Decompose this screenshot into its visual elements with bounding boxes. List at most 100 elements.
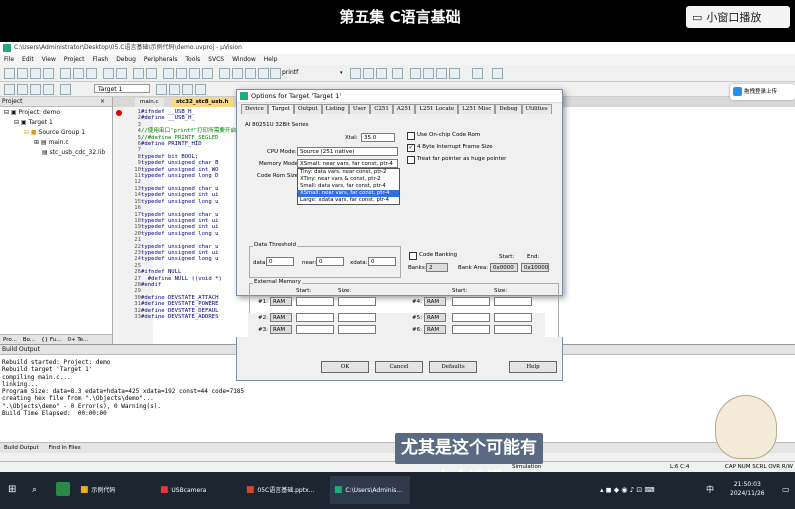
menu-project[interactable]: Project bbox=[64, 54, 85, 65]
copy-icon[interactable] bbox=[73, 68, 84, 79]
ext-row-2-size[interactable] bbox=[338, 313, 376, 322]
ext-row-3-start[interactable] bbox=[296, 325, 334, 334]
cancel-button[interactable]: Cancel bbox=[375, 361, 423, 373]
bookmark-prev-icon[interactable] bbox=[176, 68, 187, 79]
menu-flash[interactable]: Flash bbox=[92, 54, 108, 65]
menu-peripherals[interactable]: Peripherals bbox=[144, 54, 177, 65]
help-button[interactable]: Help bbox=[509, 361, 557, 373]
find-dropdown-icon[interactable]: ▾ bbox=[340, 68, 346, 78]
bookmark-next-icon[interactable] bbox=[189, 68, 200, 79]
find-combo[interactable]: printf bbox=[282, 68, 340, 78]
nav-forward-icon[interactable] bbox=[146, 68, 157, 79]
undo-icon[interactable] bbox=[103, 68, 114, 79]
target-select[interactable]: Target 1 bbox=[94, 84, 150, 93]
notification-icon[interactable]: ▭ bbox=[782, 480, 790, 500]
new-file-icon[interactable] bbox=[4, 68, 15, 79]
nav-back-icon[interactable] bbox=[133, 68, 144, 79]
ext-row-5-start[interactable] bbox=[452, 313, 490, 322]
menu-tools[interactable]: Tools bbox=[185, 54, 200, 65]
windows-start-icon[interactable]: ⊞ bbox=[8, 480, 16, 500]
tab-templates[interactable]: 0+ Te... bbox=[68, 335, 89, 344]
mini-window-button[interactable]: ▭ 小窗口播放 bbox=[686, 6, 790, 28]
menu-view[interactable]: View bbox=[42, 54, 56, 65]
breakpoint-icon[interactable] bbox=[392, 68, 403, 79]
ext-row-1-size[interactable] bbox=[338, 297, 376, 306]
tab-books[interactable]: Bo... bbox=[23, 335, 35, 344]
kill-breakpoints-icon[interactable] bbox=[449, 68, 460, 79]
batch-build-icon[interactable] bbox=[43, 84, 54, 95]
menu-help[interactable]: Help bbox=[264, 54, 278, 65]
manage-rte-icon[interactable] bbox=[182, 84, 193, 95]
defaults-button[interactable]: Defaults bbox=[429, 361, 477, 373]
tab-functions[interactable]: {} Fu... bbox=[41, 335, 61, 344]
tab-build-output[interactable]: Build Output bbox=[4, 443, 39, 453]
ext-row-4-size[interactable] bbox=[494, 297, 532, 306]
ok-button[interactable]: OK bbox=[321, 361, 369, 373]
tree-lib[interactable]: ▤ stc_usb_cdc_32.lib bbox=[42, 149, 105, 156]
menu-edit[interactable]: Edit bbox=[22, 54, 34, 65]
taskbar-app-folder[interactable]: ■ 示例代码 bbox=[80, 480, 115, 501]
indent-icon[interactable] bbox=[219, 68, 230, 79]
select-packs-icon[interactable] bbox=[195, 84, 206, 95]
clock[interactable]: 21:50:03 2024/11/26 bbox=[730, 480, 765, 498]
search-icon[interactable]: ⌕ bbox=[32, 480, 37, 500]
tree-project[interactable]: ⊟ ▣ Project: demo bbox=[4, 109, 60, 116]
taskbar-app-pptx[interactable]: ■ 05C语言基础.pptx... bbox=[246, 480, 314, 501]
tree-main-c[interactable]: ⊞ ▤ main.c bbox=[34, 139, 69, 146]
ext-row-4-type[interactable]: RAM bbox=[424, 297, 446, 306]
ext-row-3-size[interactable] bbox=[338, 325, 376, 334]
file-extensions-icon[interactable] bbox=[169, 84, 180, 95]
tree-source-group[interactable]: ⊟ ■ Source Group 1 bbox=[24, 129, 85, 136]
save-all-icon[interactable] bbox=[43, 68, 54, 79]
ext-row-3-type[interactable]: RAM bbox=[270, 325, 292, 334]
tab-find-in-files[interactable]: Find In Files bbox=[49, 443, 81, 453]
unindent-icon[interactable] bbox=[232, 68, 243, 79]
ext-row-1-type[interactable]: RAM bbox=[270, 297, 292, 306]
window-layout-icon[interactable] bbox=[472, 68, 483, 79]
tab-main-c[interactable]: main.c bbox=[135, 98, 164, 107]
bookmark-clear-icon[interactable] bbox=[202, 68, 213, 79]
uncomment-icon[interactable] bbox=[258, 68, 269, 79]
ext-row-4-start[interactable] bbox=[452, 297, 490, 306]
disable-breakpoint-icon[interactable] bbox=[423, 68, 434, 79]
ext-row-2-start[interactable] bbox=[296, 313, 334, 322]
tab-project[interactable]: Pro... bbox=[3, 335, 17, 344]
ext-row-6-start[interactable] bbox=[452, 325, 490, 334]
clear-breakpoints-icon[interactable] bbox=[436, 68, 447, 79]
debug-icon[interactable] bbox=[376, 68, 387, 79]
menu-window[interactable]: Window bbox=[232, 54, 256, 65]
incremental-find-icon[interactable] bbox=[363, 68, 374, 79]
find-icon[interactable] bbox=[270, 68, 281, 79]
target-options-icon[interactable] bbox=[156, 84, 167, 95]
ext-row-6-size[interactable] bbox=[494, 325, 532, 334]
ext-row-5-type[interactable]: RAM bbox=[424, 313, 446, 322]
ime-indicator[interactable]: 中 bbox=[706, 480, 714, 500]
taskbar-app-camera[interactable]: ■ USBcamera bbox=[160, 480, 206, 501]
tray-icons[interactable]: ▴ ◼ ◆ ◉ ♪ ⊡ ⌨ bbox=[600, 480, 655, 500]
build-icon[interactable] bbox=[17, 84, 28, 95]
wechat-icon[interactable] bbox=[56, 482, 70, 496]
tab-usb-h[interactable]: stc32_stc8_usb.h bbox=[171, 98, 234, 107]
translate-icon[interactable] bbox=[4, 84, 15, 95]
tree-target[interactable]: ⊟ ▣ Target 1 bbox=[14, 119, 53, 126]
redo-icon[interactable] bbox=[116, 68, 127, 79]
insert-breakpoint-icon[interactable] bbox=[410, 68, 421, 79]
download-icon[interactable] bbox=[60, 84, 71, 95]
rebuild-icon[interactable] bbox=[30, 84, 41, 95]
bookmark-icon[interactable] bbox=[163, 68, 174, 79]
cut-icon[interactable] bbox=[60, 68, 71, 79]
taskbar-app-uvision[interactable]: ■ C:\Users\Adminis... bbox=[334, 480, 402, 501]
ext-row-5-size[interactable] bbox=[494, 313, 532, 322]
paste-icon[interactable] bbox=[86, 68, 97, 79]
ext-row-6-type[interactable]: RAM bbox=[424, 325, 446, 334]
open-file-icon[interactable] bbox=[17, 68, 28, 79]
menu-file[interactable]: File bbox=[4, 54, 14, 65]
save-icon[interactable] bbox=[30, 68, 41, 79]
find-in-files-icon[interactable] bbox=[350, 68, 361, 79]
side-upload-button[interactable]: 拖拽登录上传 bbox=[730, 84, 795, 100]
configure-icon[interactable] bbox=[492, 68, 503, 79]
menu-svcs[interactable]: SVCS bbox=[208, 54, 224, 65]
comment-icon[interactable] bbox=[245, 68, 256, 79]
close-panel-icon[interactable]: × bbox=[100, 98, 105, 105]
ext-row-1-start[interactable] bbox=[296, 297, 334, 306]
